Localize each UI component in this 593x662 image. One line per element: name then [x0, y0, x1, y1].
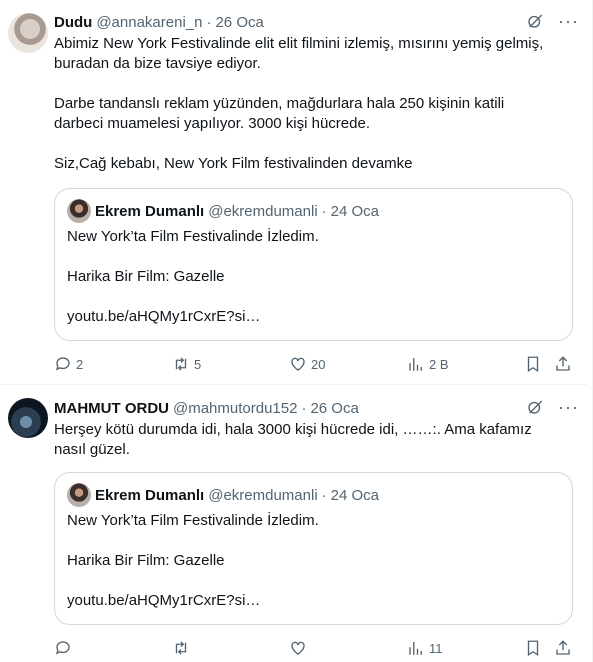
quoted-tweet-text: New York’ta Film Festivalinde İzledim. H…	[67, 228, 319, 325]
tweet[interactable]: MAHMUT ORDU @mahmutordu152 · 26 Oca ··· …	[0, 386, 587, 662]
separator-dot: ·	[321, 486, 327, 504]
reply-icon	[55, 641, 70, 655]
quoted-tweet-header: Ekrem Dumanlı @ekremdumanli · 24 Oca	[67, 199, 560, 223]
like-count: 20	[311, 356, 326, 372]
tweet-header: MAHMUT ORDU @mahmutordu152 · 26 Oca ···	[54, 398, 579, 418]
like-button[interactable]: 20	[289, 355, 325, 373]
reply-button[interactable]: 2	[54, 355, 83, 373]
timeline-feed: Dudu @annakareni_n · 26 Oca ··· Abimiz N…	[0, 0, 593, 662]
avatar[interactable]	[8, 13, 48, 53]
quoted-tweet[interactable]: Ekrem Dumanlı @ekremdumanli · 24 Oca New…	[54, 472, 573, 625]
grok-icon[interactable]	[526, 398, 544, 416]
author-name[interactable]: Dudu	[54, 14, 92, 31]
reply-count: 2	[76, 356, 84, 372]
views-count: 11	[429, 640, 443, 656]
avatar	[67, 199, 91, 223]
quoted-tweet-text: New York’ta Film Festivalinde İzledim. H…	[67, 512, 319, 609]
tweet-content: MAHMUT ORDU @mahmutordu152 · 26 Oca ··· …	[54, 398, 579, 460]
separator-dot: ·	[321, 202, 327, 220]
views-button[interactable]: 11	[407, 639, 443, 657]
share-button[interactable]	[554, 355, 572, 373]
more-icon[interactable]: ···	[558, 12, 579, 30]
bookmark-button[interactable]	[524, 639, 542, 657]
tweet-actions: 11	[54, 638, 573, 658]
more-icon[interactable]: ···	[558, 398, 579, 416]
bookmark-button[interactable]	[524, 355, 542, 373]
author-handle[interactable]: @annakareni_n	[96, 14, 202, 31]
views-icon	[409, 358, 422, 371]
views-count: 2 B	[429, 356, 449, 372]
retweet-count: 5	[194, 356, 202, 372]
grok-icon[interactable]	[526, 12, 544, 30]
quoted-author-name: Ekrem Dumanlı	[95, 202, 205, 220]
share-icon	[556, 640, 570, 655]
like-icon	[291, 641, 305, 655]
quoted-author-handle: @ekremdumanli	[208, 202, 318, 220]
bookmark-icon	[527, 640, 539, 657]
quoted-author-handle: @ekremdumanli	[208, 486, 318, 504]
share-button[interactable]	[554, 639, 572, 657]
avatar[interactable]	[8, 398, 48, 438]
header-icons: ···	[526, 398, 579, 416]
tweet-text: Herşey kötü durumda idi, hala 3000 kişi …	[54, 421, 532, 458]
separator-dot: ·	[206, 13, 212, 31]
views-button[interactable]: 2 B	[407, 355, 449, 373]
tweet[interactable]: Dudu @annakareni_n · 26 Oca ··· Abimiz N…	[0, 0, 587, 385]
retweet-icon	[175, 357, 187, 371]
share-icon	[556, 356, 570, 371]
retweet-icon	[175, 641, 187, 655]
separator-dot: ·	[301, 399, 307, 417]
quoted-tweet-date: 24 Oca	[330, 202, 380, 220]
tweet-date[interactable]: 26 Oca	[215, 14, 263, 31]
author-name[interactable]: MAHMUT ORDU	[54, 400, 169, 417]
header-icons: ···	[526, 12, 579, 30]
like-button[interactable]	[289, 639, 311, 657]
quoted-tweet[interactable]: Ekrem Dumanlı @ekremdumanli · 24 Oca New…	[54, 188, 573, 341]
tweet-text: Abimiz New York Festivalinde elit elit f…	[54, 35, 544, 172]
retweet-button[interactable]	[172, 639, 194, 657]
avatar	[67, 483, 91, 507]
reply-icon	[55, 357, 70, 371]
tweet-date[interactable]: 26 Oca	[310, 400, 358, 417]
retweet-button[interactable]: 5	[172, 355, 201, 373]
tweet-header: Dudu @annakareni_n · 26 Oca ···	[54, 12, 579, 32]
tweet-content: Dudu @annakareni_n · 26 Oca ··· Abimiz N…	[54, 12, 579, 174]
quoted-author-name: Ekrem Dumanlı	[95, 486, 205, 504]
bookmark-icon	[527, 356, 539, 373]
tweet-actions: 2 5 20 2 B	[54, 354, 573, 374]
author-handle[interactable]: @mahmutordu152	[173, 400, 297, 417]
views-icon	[409, 642, 422, 655]
reply-button[interactable]	[54, 639, 76, 657]
quoted-tweet-date: 24 Oca	[330, 486, 380, 504]
quoted-tweet-header: Ekrem Dumanlı @ekremdumanli · 24 Oca	[67, 483, 560, 507]
like-icon	[291, 357, 305, 371]
